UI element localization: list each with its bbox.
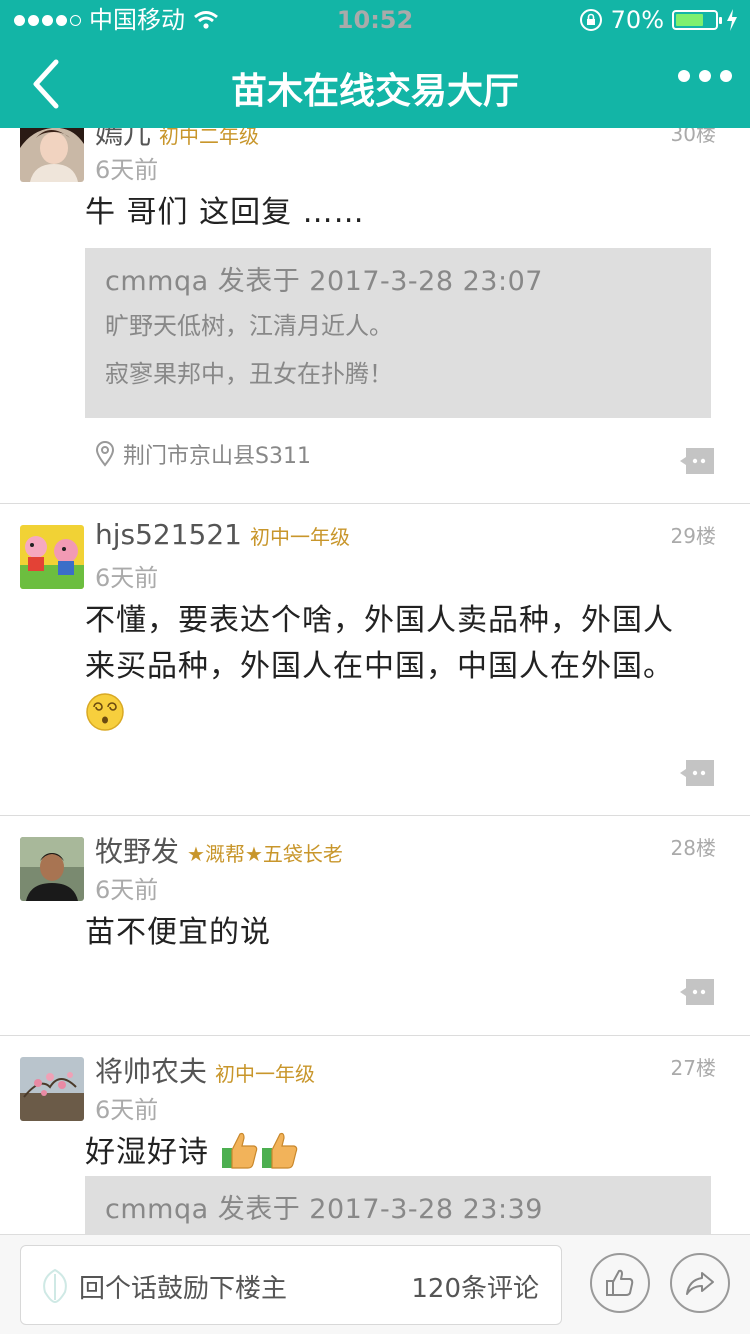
reply-bubble-icon[interactable] xyxy=(680,448,714,474)
location-pin-icon xyxy=(95,441,115,467)
post-time: 6天前 xyxy=(95,156,159,184)
username[interactable]: 牧野发 ★溉帮★五袋长老 xyxy=(95,830,343,870)
bottom-bar: 回个话鼓励下楼主 120条评论 xyxy=(0,1234,750,1334)
status-bar: 中国移动 10:52 70% xyxy=(0,0,750,40)
battery-icon xyxy=(672,10,722,30)
username[interactable]: hjs521521 初中一年级 xyxy=(95,518,350,551)
post-time: 6天前 xyxy=(95,1096,159,1124)
thumbs-up-emoji-icon xyxy=(261,1132,297,1169)
nav-bar: 苗木在线交易大厅 xyxy=(0,40,750,128)
share-arrow-icon xyxy=(686,1272,714,1295)
reply-placeholder: 回个话鼓励下楼主 xyxy=(79,1274,288,1304)
comment-text: 牛 哥们 这回复 …… xyxy=(85,195,365,230)
quote-header: cmmqa 发表于 2017-3-28 23:07 xyxy=(105,266,543,297)
leaf-logo-icon xyxy=(43,1268,67,1304)
username-text: 嫣儿 xyxy=(95,128,152,150)
comment-text: 好湿好诗 xyxy=(85,1130,695,1176)
battery-percent: 70% xyxy=(610,6,664,34)
avatar[interactable] xyxy=(20,837,84,901)
post-time: 6天前 xyxy=(95,876,159,904)
comment-item: 将帅农夫 初中一年级 6天前 27楼 好湿好诗 cmmqa 发表于 2017-3-… xyxy=(0,1036,750,1234)
thumbs-up-emoji-icon xyxy=(221,1132,257,1169)
rotation-lock-icon xyxy=(579,9,602,31)
post-time: 6天前 xyxy=(95,564,159,592)
username-text: 牧野发 xyxy=(95,835,180,868)
user-grade-badge: ★溉帮★五袋长老 xyxy=(187,842,343,866)
quoted-reply[interactable]: cmmqa 发表于 2017-3-28 23:39 xyxy=(85,1176,711,1234)
comment-text: 不懂，要表达个啥，外国人卖品种，外国人来买品种，外国人在中国，中国人在外国。 xyxy=(85,598,685,736)
battery-level xyxy=(676,14,703,26)
dizzy-face-emoji-icon xyxy=(86,693,124,731)
floor-number: 27楼 xyxy=(670,1056,716,1080)
share-button[interactable] xyxy=(670,1253,730,1313)
comment-feed[interactable]: 嫣儿 初中二年级 6天前 30楼 牛 哥们 这回复 …… cmmqa 发表于 20… xyxy=(0,128,750,1234)
username[interactable]: 嫣儿 初中二年级 xyxy=(95,128,259,152)
avatar[interactable] xyxy=(20,1057,84,1121)
floor-number: 29楼 xyxy=(670,524,716,548)
comment-text: 苗不便宜的说 xyxy=(85,915,271,950)
thumbs-up-icon xyxy=(606,1269,634,1296)
charging-bolt-icon xyxy=(727,9,737,31)
quoted-reply[interactable]: cmmqa 发表于 2017-3-28 23:07 旷野天低树，江清月近人。 寂… xyxy=(85,248,711,418)
comment-item: 嫣儿 初中二年级 6天前 30楼 牛 哥们 这回复 …… cmmqa 发表于 20… xyxy=(0,128,750,504)
user-grade-badge: 初中二年级 xyxy=(159,128,260,148)
reply-input[interactable]: 回个话鼓励下楼主 120条评论 xyxy=(20,1245,562,1325)
quote-line: 寂寥果邦中，丑女在扑腾！ xyxy=(105,360,393,388)
location-text: 荆门市京山县S311 xyxy=(123,444,311,469)
avatar[interactable] xyxy=(20,525,84,589)
avatar[interactable] xyxy=(20,128,84,182)
top-bar: 中国移动 10:52 70% 苗木在线交易大厅 xyxy=(0,0,750,128)
floor-number: 30楼 xyxy=(670,128,716,146)
more-dots-icon[interactable] xyxy=(678,70,732,82)
comment-text-body: 好湿好诗 xyxy=(85,1135,209,1170)
comment-item: hjs521521 初中一年级 6天前 29楼 不懂，要表达个啥，外国人卖品种，外… xyxy=(0,504,750,816)
status-right: 70% xyxy=(579,0,738,40)
reply-bubble-icon[interactable] xyxy=(680,979,714,1005)
username-text: hjs521521 xyxy=(95,518,242,551)
page-title: 苗木在线交易大厅 xyxy=(230,71,519,112)
user-grade-badge: 初中一年级 xyxy=(215,1062,316,1086)
comment-item: 牧野发 ★溉帮★五袋长老 6天前 28楼 苗不便宜的说 xyxy=(0,816,750,1036)
username[interactable]: 将帅农夫 初中一年级 xyxy=(95,1050,315,1090)
comment-count[interactable]: 120条评论 xyxy=(411,1268,539,1305)
quote-line: 旷野天低树，江清月近人。 xyxy=(105,312,393,340)
reply-bubble-icon[interactable] xyxy=(680,760,714,786)
location-tag[interactable]: 荆门市京山县S311 xyxy=(95,438,311,470)
quote-header: cmmqa 发表于 2017-3-28 23:39 xyxy=(105,1194,543,1225)
comment-text-body: 不懂，要表达个啥，外国人卖品种，外国人来买品种，外国人在中国，中国人在外国。 xyxy=(85,603,674,684)
floor-number: 28楼 xyxy=(670,836,716,860)
user-grade-badge: 初中一年级 xyxy=(250,525,350,549)
like-button[interactable] xyxy=(590,1253,650,1313)
username-text: 将帅农夫 xyxy=(95,1055,208,1088)
